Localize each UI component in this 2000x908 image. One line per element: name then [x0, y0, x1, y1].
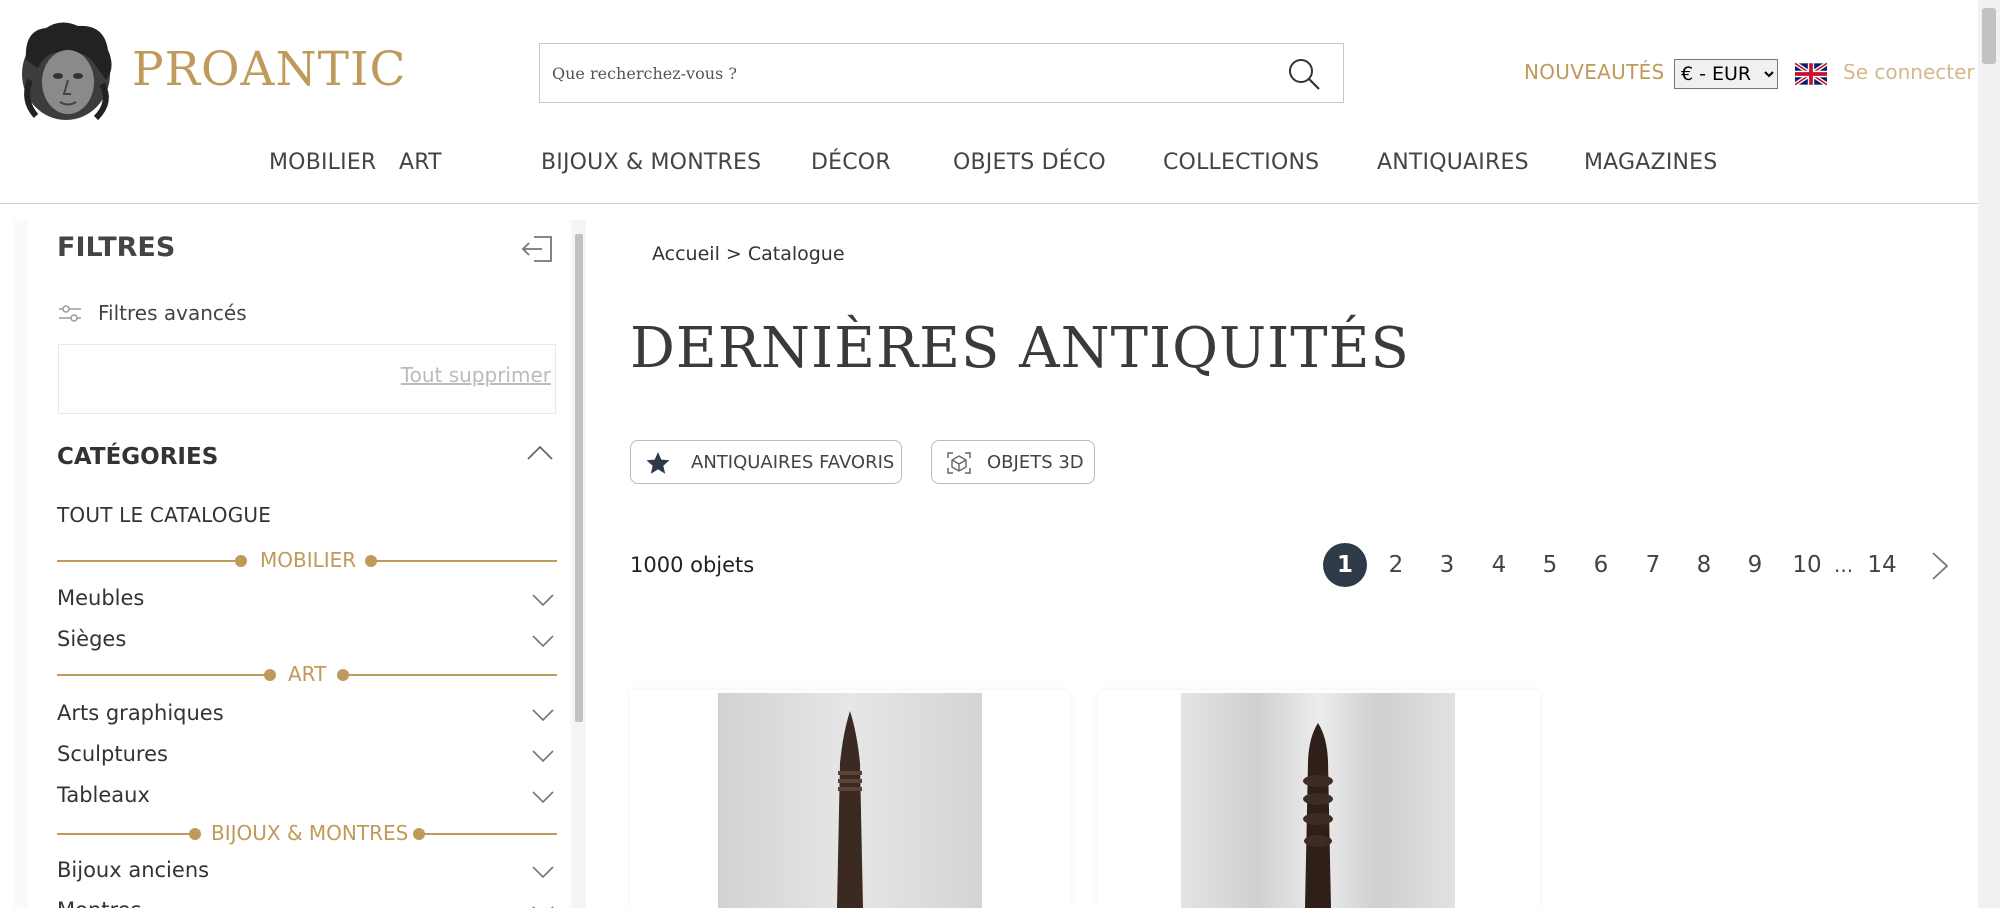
category-sieges[interactable]: Sièges	[57, 625, 557, 655]
category-label: Sculptures	[57, 742, 168, 766]
nav-bijoux-montres[interactable]: BIJOUX & MONTRES	[541, 150, 761, 175]
section-label: BIJOUX & MONTRES	[211, 821, 409, 845]
section-label: ART	[288, 662, 327, 686]
all-catalogue-link[interactable]: TOUT LE CATALOGUE	[57, 503, 271, 527]
chevron-down-icon[interactable]	[531, 789, 555, 805]
favorite-dealers-label: ANTIQUAIRES FAVORIS	[691, 452, 895, 473]
category-label: Meubles	[57, 586, 145, 610]
nav-objets-deco[interactable]: OBJETS DÉCO	[953, 150, 1106, 175]
section-divider-bijoux: BIJOUX & MONTRES	[57, 821, 557, 845]
page-scrollbar[interactable]	[1978, 0, 2000, 908]
category-montres[interactable]: Montres	[57, 896, 557, 908]
chevron-down-icon[interactable]	[531, 707, 555, 723]
sliders-icon[interactable]	[58, 304, 82, 324]
divider-line	[57, 833, 195, 835]
page-4-button[interactable]: 4	[1477, 543, 1521, 587]
category-bijoux-anciens[interactable]: Bijoux anciens	[57, 856, 557, 886]
category-label: Tableaux	[57, 783, 150, 807]
pagination-ellipsis: ...	[1834, 553, 1854, 577]
pagination: 1 2 3 4 5 6 7 8 9 10 ... 14	[0, 543, 1978, 589]
filters-title: FILTRES	[57, 232, 176, 263]
objects-3d-label: OBJETS 3D	[987, 452, 1084, 473]
chevron-up-icon[interactable]	[526, 444, 554, 462]
category-arts-graphiques[interactable]: Arts graphiques	[57, 699, 557, 729]
currency-select[interactable]: € - EUR	[1674, 59, 1778, 89]
main-nav: MOBILIER ART BIJOUX & MONTRES DÉCOR OBJE…	[0, 150, 1978, 184]
divider-line	[57, 674, 270, 676]
category-label: Sièges	[57, 627, 127, 651]
page-5-button[interactable]: 5	[1528, 543, 1572, 587]
collapse-sidebar-icon[interactable]	[520, 234, 554, 264]
chevron-down-icon[interactable]	[531, 748, 555, 764]
chevron-down-icon[interactable]	[531, 904, 555, 908]
category-label: Bijoux anciens	[57, 858, 210, 882]
breadcrumb[interactable]: Accueil > Catalogue	[652, 243, 845, 265]
chevron-down-icon[interactable]	[531, 633, 555, 649]
nav-decor[interactable]: DÉCOR	[811, 150, 891, 175]
page-7-button[interactable]: 7	[1631, 543, 1675, 587]
page-title: DERNIÈRES ANTIQUITÉS	[630, 316, 1410, 381]
page-2-button[interactable]: 2	[1374, 543, 1418, 587]
nav-magazines[interactable]: MAGAZINES	[1584, 150, 1717, 175]
carved-staff-image	[1303, 723, 1333, 908]
search-icon[interactable]	[1287, 57, 1321, 91]
category-sculptures[interactable]: Sculptures	[57, 740, 557, 770]
clear-all-link[interactable]: Tout supprimer	[401, 363, 551, 387]
favorite-dealers-button[interactable]: ANTIQUAIRES FAVORIS	[630, 440, 902, 484]
nav-art[interactable]: ART	[399, 150, 442, 175]
search-bar	[539, 43, 1344, 103]
product-image[interactable]	[718, 693, 982, 908]
objects-3d-button[interactable]: OBJETS 3D	[931, 440, 1095, 484]
nav-antiquaires[interactable]: ANTIQUAIRES	[1377, 150, 1529, 175]
page-8-button[interactable]: 8	[1682, 543, 1726, 587]
category-tableaux[interactable]: Tableaux	[57, 781, 557, 811]
divider-dot	[264, 669, 276, 681]
page-6-button[interactable]: 6	[1579, 543, 1623, 587]
advanced-filters-link[interactable]: Filtres avancés	[98, 301, 247, 325]
sidebar-scrollbar-thumb[interactable]	[575, 234, 583, 722]
divider-line	[343, 674, 557, 676]
uk-flag-icon[interactable]	[1795, 62, 1827, 86]
page-1-button[interactable]: 1	[1323, 543, 1367, 587]
site-header: PROANTIC NOUVEAUTÉS € - EUR Se connecter…	[0, 0, 1978, 204]
page-3-button[interactable]: 3	[1425, 543, 1469, 587]
product-image[interactable]	[1181, 693, 1455, 908]
nouveautes-link[interactable]: NOUVEAUTÉS	[1524, 60, 1665, 84]
divider-dot	[189, 828, 201, 840]
product-card[interactable]	[1098, 690, 1540, 908]
product-card[interactable]	[630, 690, 1070, 908]
star-icon	[646, 452, 670, 474]
nav-collections[interactable]: COLLECTIONS	[1163, 150, 1319, 175]
chevron-right-icon[interactable]	[1928, 550, 1952, 582]
active-filters-box: Tout supprimer	[58, 344, 556, 414]
page-scrollbar-thumb[interactable]	[1982, 8, 1996, 64]
category-label: Montres	[57, 898, 142, 908]
page-last-button[interactable]: 14	[1860, 543, 1904, 587]
category-label: Arts graphiques	[57, 701, 224, 725]
chevron-down-icon[interactable]	[531, 864, 555, 880]
page-10-button[interactable]: 10	[1785, 543, 1829, 587]
search-input[interactable]	[550, 54, 1250, 92]
cube-3d-icon	[947, 452, 971, 474]
chevron-down-icon[interactable]	[531, 592, 555, 608]
section-divider-art: ART	[57, 662, 557, 686]
nav-mobilier[interactable]: MOBILIER	[269, 150, 376, 175]
divider-line	[419, 833, 557, 835]
categories-title[interactable]: CATÉGORIES	[57, 444, 218, 470]
page-9-button[interactable]: 9	[1733, 543, 1777, 587]
logo-head-icon[interactable]	[16, 20, 116, 124]
carved-staff-image	[837, 711, 863, 908]
login-link[interactable]: Se connecter	[1843, 60, 1975, 84]
brand-name[interactable]: PROANTIC	[132, 42, 407, 97]
